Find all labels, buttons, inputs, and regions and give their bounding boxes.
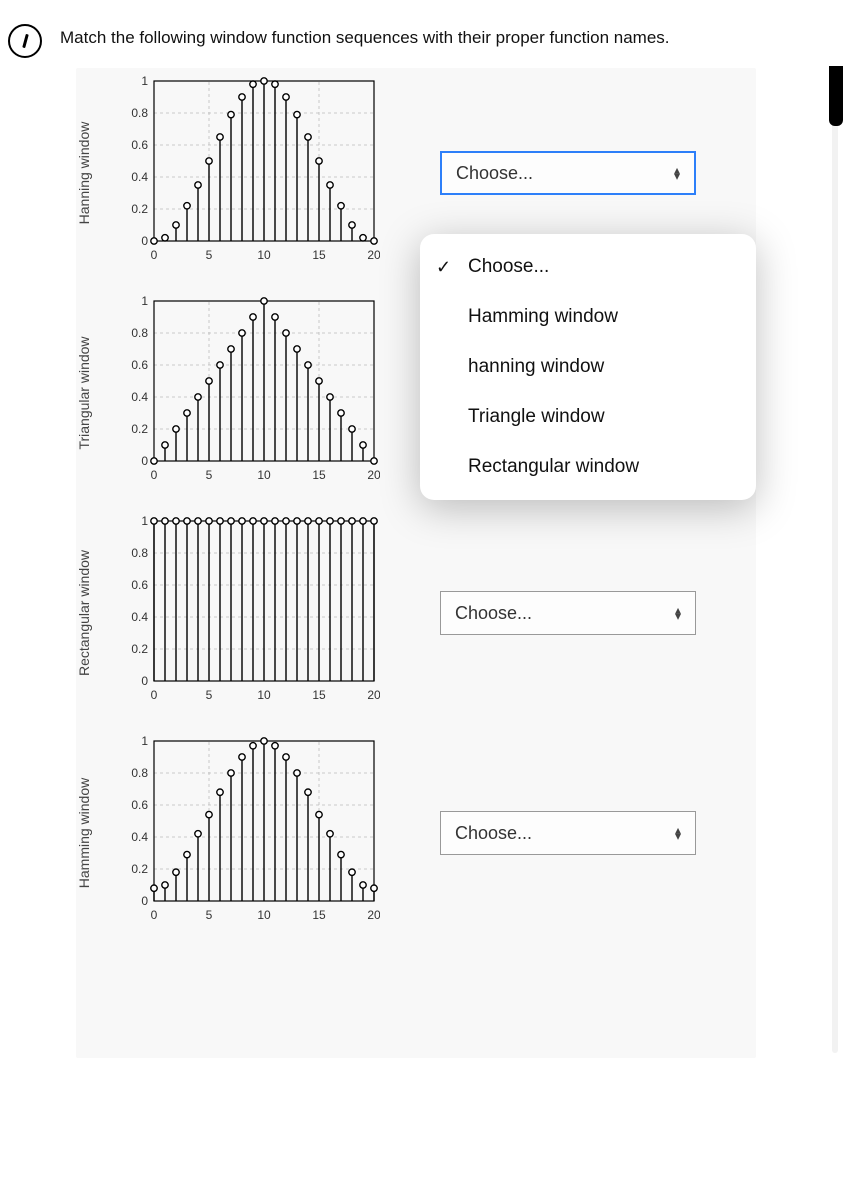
dropdown-option-rectangular[interactable]: Rectangular window bbox=[420, 442, 756, 492]
chart-triangular: Triangular window 00.20.40.60.8105101520 bbox=[100, 288, 400, 498]
select-value: Choose... bbox=[455, 603, 532, 624]
dropdown-option-choose[interactable]: ✓ Choose... bbox=[420, 242, 756, 292]
dropdown-option-triangle[interactable]: Triangle window bbox=[420, 392, 756, 442]
dropdown-option-label: Hamming window bbox=[468, 306, 618, 328]
chart-ylabel: Triangular window bbox=[76, 336, 92, 449]
svg-text:20: 20 bbox=[367, 688, 380, 702]
chart-svg: 00.20.40.60.8105101520 bbox=[120, 513, 380, 703]
svg-text:0: 0 bbox=[151, 908, 158, 922]
updown-icon: ▴▾ bbox=[675, 827, 681, 839]
dropdown-option-label: Choose... bbox=[468, 256, 549, 278]
svg-text:5: 5 bbox=[206, 908, 213, 922]
svg-text:0.8: 0.8 bbox=[131, 326, 148, 340]
select-value: Choose... bbox=[456, 163, 533, 184]
svg-text:5: 5 bbox=[206, 248, 213, 262]
updown-icon: ▴▾ bbox=[674, 167, 680, 179]
svg-text:10: 10 bbox=[257, 248, 271, 262]
dropdown-menu: ✓ Choose... Hamming window hanning windo… bbox=[420, 234, 756, 500]
svg-text:0.6: 0.6 bbox=[131, 798, 148, 812]
svg-text:0.2: 0.2 bbox=[131, 642, 148, 656]
select-value: Choose... bbox=[455, 823, 532, 844]
chart-ylabel: Hanning window bbox=[76, 122, 92, 225]
updown-icon: ▴▾ bbox=[675, 607, 681, 619]
svg-text:0.6: 0.6 bbox=[131, 578, 148, 592]
question-prompt: Match the following window function sequ… bbox=[60, 24, 670, 48]
svg-text:10: 10 bbox=[257, 908, 271, 922]
svg-text:0.8: 0.8 bbox=[131, 546, 148, 560]
chart-svg: 00.20.40.60.8105101520 bbox=[120, 73, 380, 263]
svg-text:1: 1 bbox=[141, 294, 148, 308]
svg-text:0.2: 0.2 bbox=[131, 202, 148, 216]
svg-text:0: 0 bbox=[151, 468, 158, 482]
svg-text:0: 0 bbox=[141, 894, 148, 908]
match-row-4: Hamming window 00.20.40.60.8105101520 Ch… bbox=[100, 728, 848, 938]
chart-hamming: Hamming window 00.20.40.60.8105101520 bbox=[100, 728, 400, 938]
chart-hanning: Hanning window 00.20.40.60.8105101520 bbox=[100, 68, 400, 278]
select-window-4[interactable]: Choose... ▴▾ bbox=[440, 811, 696, 855]
svg-text:0: 0 bbox=[151, 248, 158, 262]
svg-text:15: 15 bbox=[312, 248, 326, 262]
dropdown-option-label: Triangle window bbox=[468, 406, 605, 428]
svg-text:0: 0 bbox=[141, 674, 148, 688]
chart-rectangular: Rectangular window 00.20.40.60.810510152… bbox=[100, 508, 400, 718]
svg-text:20: 20 bbox=[367, 248, 380, 262]
chart-ylabel: Hamming window bbox=[76, 778, 92, 888]
match-row-3: Rectangular window 00.20.40.60.810510152… bbox=[100, 508, 848, 718]
svg-text:0.6: 0.6 bbox=[131, 138, 148, 152]
select-window-1[interactable]: Choose... ▴▾ bbox=[440, 151, 696, 195]
select-window-3[interactable]: Choose... ▴▾ bbox=[440, 591, 696, 635]
svg-text:5: 5 bbox=[206, 688, 213, 702]
svg-text:0.4: 0.4 bbox=[131, 610, 148, 624]
dropdown-option-hanning[interactable]: hanning window bbox=[420, 342, 756, 392]
check-icon: ✓ bbox=[436, 257, 451, 278]
dropdown-option-hamming[interactable]: Hamming window bbox=[420, 292, 756, 342]
chart-svg: 00.20.40.60.8105101520 bbox=[120, 293, 380, 483]
chart-svg: 00.20.40.60.8105101520 bbox=[120, 733, 380, 923]
svg-text:15: 15 bbox=[312, 688, 326, 702]
svg-text:20: 20 bbox=[367, 908, 380, 922]
svg-text:0.4: 0.4 bbox=[131, 390, 148, 404]
svg-text:0.2: 0.2 bbox=[131, 422, 148, 436]
question-icon bbox=[8, 24, 42, 58]
dropdown-option-label: Rectangular window bbox=[468, 456, 639, 478]
svg-text:0.8: 0.8 bbox=[131, 106, 148, 120]
svg-text:0: 0 bbox=[151, 688, 158, 702]
svg-text:0.8: 0.8 bbox=[131, 766, 148, 780]
svg-text:10: 10 bbox=[257, 468, 271, 482]
svg-text:1: 1 bbox=[141, 514, 148, 528]
svg-text:0.4: 0.4 bbox=[131, 170, 148, 184]
svg-text:15: 15 bbox=[312, 908, 326, 922]
svg-text:15: 15 bbox=[312, 468, 326, 482]
svg-text:5: 5 bbox=[206, 468, 213, 482]
svg-text:1: 1 bbox=[141, 734, 148, 748]
svg-text:0.4: 0.4 bbox=[131, 830, 148, 844]
svg-text:10: 10 bbox=[257, 688, 271, 702]
svg-text:1: 1 bbox=[141, 74, 148, 88]
svg-text:0: 0 bbox=[141, 234, 148, 248]
chart-ylabel: Rectangular window bbox=[76, 550, 92, 676]
svg-text:0.2: 0.2 bbox=[131, 862, 148, 876]
dropdown-option-label: hanning window bbox=[468, 356, 604, 378]
svg-text:0: 0 bbox=[141, 454, 148, 468]
svg-text:20: 20 bbox=[367, 468, 380, 482]
svg-text:0.6: 0.6 bbox=[131, 358, 148, 372]
